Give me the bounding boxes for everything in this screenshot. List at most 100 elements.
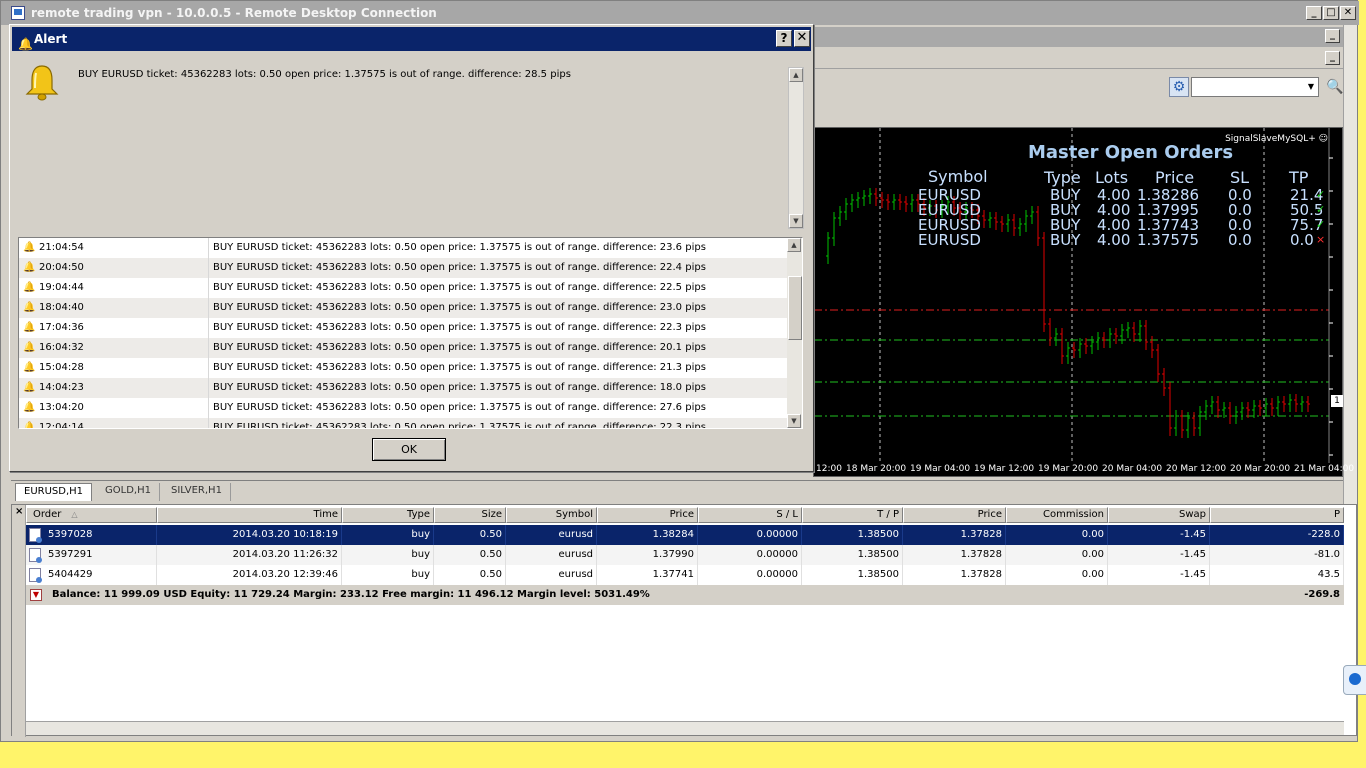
bell-icon: 🔔 bbox=[23, 402, 36, 413]
mdi-titlebar bbox=[813, 27, 1345, 47]
column-header-label: Swap bbox=[1178, 509, 1206, 520]
stop-loss: 0.00000 bbox=[698, 565, 802, 585]
column-header[interactable]: S / L bbox=[698, 507, 802, 523]
column-header[interactable]: Order △ bbox=[26, 507, 157, 523]
alert-time: 13:04:20 bbox=[39, 398, 209, 418]
column-header[interactable]: Swap bbox=[1108, 507, 1210, 523]
alert-history-list: 🔔 21:04:54 BUY EURUSD ticket: 45362283 lot… bbox=[18, 237, 803, 429]
price-chart[interactable]: SignalSlaveMySQL+ ☺ Master Open Orders S… bbox=[813, 127, 1354, 477]
current-price: 1.37828 bbox=[903, 525, 1006, 545]
header-tp: TP bbox=[1289, 168, 1309, 187]
trade-type: buy bbox=[342, 565, 434, 585]
cross-icon: × bbox=[1316, 233, 1326, 246]
alert-time: 20:04:50 bbox=[39, 258, 209, 278]
list-item[interactable]: 🔔 14:04:23 BUY EURUSD ticket: 45362283 lot… bbox=[19, 378, 787, 398]
maximize-button[interactable]: □ bbox=[1323, 6, 1339, 20]
column-header[interactable]: Commission bbox=[1006, 507, 1108, 523]
teamviewer-icon[interactable] bbox=[1343, 665, 1366, 695]
column-header[interactable]: T / P bbox=[802, 507, 903, 523]
alert-time: 15:04:28 bbox=[39, 358, 209, 378]
scroll-thumb[interactable] bbox=[788, 276, 802, 340]
remote-desktop-icon bbox=[11, 6, 25, 20]
window-close-button[interactable]: ✕ bbox=[1340, 6, 1356, 20]
scroll-up-icon[interactable]: ▲ bbox=[789, 68, 803, 82]
time-axis-label: 20 Mar 12:00 bbox=[1166, 464, 1227, 474]
gear-icon[interactable]: ⚙ bbox=[1169, 77, 1189, 97]
list-item[interactable]: 🔔 17:04:36 BUY EURUSD ticket: 45362283 lot… bbox=[19, 318, 787, 338]
bell-icon: 🔔 bbox=[23, 322, 36, 333]
search-icon[interactable]: 🔍 bbox=[1326, 78, 1343, 96]
help-button[interactable]: ? bbox=[776, 30, 792, 47]
scroll-down-icon[interactable]: ▼ bbox=[789, 214, 803, 228]
alert-titlebar[interactable]: 🔔 Alert bbox=[12, 27, 811, 51]
swap: -1.45 bbox=[1108, 565, 1210, 585]
trade-type: buy bbox=[342, 525, 434, 545]
current-price: 1.37828 bbox=[903, 565, 1006, 585]
table-row[interactable]: 5397028 2014.03.20 10:18:19 buy 0.50 eurusd 1… bbox=[26, 525, 1344, 545]
search-input[interactable] bbox=[1191, 77, 1319, 97]
column-header[interactable]: P bbox=[1210, 507, 1344, 523]
column-header[interactable]: Price bbox=[903, 507, 1006, 523]
price-marker: 1 bbox=[1331, 395, 1343, 407]
orders-panel-title: Master Open Orders bbox=[1028, 142, 1234, 163]
take-profit: 1.38500 bbox=[802, 545, 903, 565]
column-header-label: Type bbox=[407, 509, 430, 520]
alert-text: BUY EURUSD ticket: 45362283 lots: 0.50 o… bbox=[213, 262, 706, 273]
list-item[interactable]: 🔔 16:04:32 BUY EURUSD ticket: 45362283 lot… bbox=[19, 338, 787, 358]
trade-type: buy bbox=[342, 545, 434, 565]
table-row[interactable]: 5397291 2014.03.20 11:26:32 buy 0.50 eurusd 1… bbox=[26, 545, 1344, 565]
table-row[interactable]: 5404429 2014.03.20 12:39:46 buy 0.50 eurusd 1… bbox=[26, 565, 1344, 585]
alert-text: BUY EURUSD ticket: 45362283 lots: 0.50 o… bbox=[213, 342, 706, 353]
list-item[interactable]: 🔔 13:04:20 BUY EURUSD ticket: 45362283 lot… bbox=[19, 398, 787, 418]
column-header[interactable]: Size bbox=[434, 507, 506, 523]
tab-silver-h1[interactable]: SILVER,H1 bbox=[163, 483, 231, 501]
time-axis-label: 20 Mar 04:00 bbox=[1102, 464, 1163, 474]
balance-row[interactable]: ▼ Balance: 11 999.09 USD Equity: 11 729.… bbox=[26, 585, 1344, 605]
remote-desktop-titlebar[interactable]: remote trading vpn - 10.0.0.5 - Remote D… bbox=[1, 1, 1359, 25]
tab-eurusd-h1[interactable]: EURUSD,H1 bbox=[15, 483, 93, 501]
minimize-button[interactable]: _ bbox=[1306, 6, 1322, 20]
terminal-close-button[interactable]: × bbox=[15, 506, 23, 517]
alert-text: BUY EURUSD ticket: 45362283 lots: 0.50 o… bbox=[213, 382, 706, 393]
close-button[interactable]: ✕ bbox=[794, 30, 810, 47]
ok-button[interactable]: OK bbox=[372, 438, 446, 461]
alert-time: 19:04:44 bbox=[39, 278, 209, 298]
horizontal-scrollbar[interactable] bbox=[26, 721, 1344, 735]
column-header[interactable]: Type bbox=[342, 507, 434, 523]
scroll-down-icon[interactable]: ▼ bbox=[787, 414, 801, 428]
column-header-label: Symbol bbox=[555, 509, 593, 520]
chart-minimize-button[interactable]: _ bbox=[1325, 51, 1340, 65]
column-header-label: Time bbox=[313, 509, 338, 520]
header-lots: Lots bbox=[1095, 168, 1129, 187]
list-item[interactable]: 🔔 19:04:44 BUY EURUSD ticket: 45362283 lot… bbox=[19, 278, 787, 298]
message-scrollbar[interactable]: ▲ ▼ bbox=[788, 67, 804, 229]
list-item[interactable]: 🔔 18:04:40 BUY EURUSD ticket: 45362283 lot… bbox=[19, 298, 787, 318]
bell-icon: 🔔 bbox=[23, 422, 36, 429]
open-time: 2014.03.20 11:26:32 bbox=[157, 545, 342, 565]
alert-text: BUY EURUSD ticket: 45362283 lots: 0.50 o… bbox=[213, 282, 706, 293]
history-scrollbar[interactable]: ▲ ▼ bbox=[787, 238, 802, 428]
column-header[interactable]: Symbol bbox=[506, 507, 597, 523]
column-header[interactable]: Price bbox=[597, 507, 698, 523]
column-header[interactable]: Time bbox=[157, 507, 342, 523]
order-lots: 4.00 bbox=[1097, 231, 1131, 249]
mdi-minimize-button[interactable]: _ bbox=[1325, 29, 1340, 43]
list-item[interactable]: 🔔 21:04:54 BUY EURUSD ticket: 45362283 lot… bbox=[19, 238, 787, 258]
chart-tabs: EURUSD,H1 GOLD,H1 SILVER,H1 bbox=[11, 480, 1343, 501]
scroll-up-icon[interactable]: ▲ bbox=[787, 238, 801, 252]
alert-text: BUY EURUSD ticket: 45362283 lots: 0.50 o… bbox=[213, 242, 706, 253]
column-header-label: T / P bbox=[877, 509, 899, 520]
alert-message: BUY EURUSD ticket: 45362283 lots: 0.50 o… bbox=[78, 69, 571, 80]
open-time: 2014.03.20 12:39:46 bbox=[157, 565, 342, 585]
chevron-down-icon[interactable]: ▼ bbox=[1305, 79, 1317, 95]
commission: 0.00 bbox=[1006, 565, 1108, 585]
tab-gold-h1[interactable]: GOLD,H1 bbox=[97, 483, 160, 501]
trade-size: 0.50 bbox=[434, 525, 506, 545]
list-item[interactable]: 🔔 20:04:50 BUY EURUSD ticket: 45362283 lot… bbox=[19, 258, 787, 278]
list-item[interactable]: 🔔 15:04:28 BUY EURUSD ticket: 45362283 lot… bbox=[19, 358, 787, 378]
profit: -228.0 bbox=[1210, 525, 1344, 545]
bell-icon: 🔔 bbox=[23, 282, 36, 293]
list-item[interactable]: 🔔 12:04:14 BUY EURUSD ticket: 45362283 lot… bbox=[19, 418, 787, 429]
bell-icon: 🔔 bbox=[23, 262, 36, 273]
alert-time: 14:04:23 bbox=[39, 378, 209, 398]
